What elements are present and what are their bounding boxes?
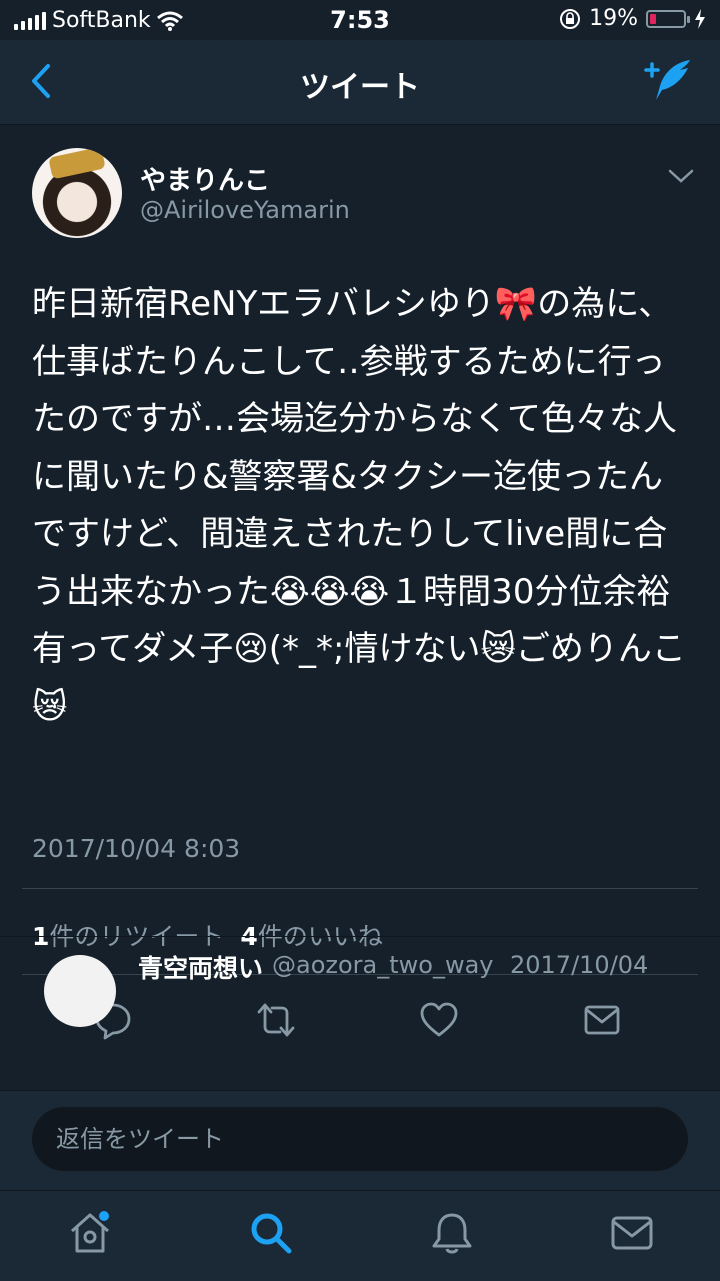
battery-percent: 19%	[589, 6, 638, 31]
status-right: 19%	[559, 6, 706, 31]
divider	[22, 888, 698, 889]
reply-preview[interactable]: 青空両想い @aozora_two_way 2017/10/04	[0, 936, 720, 1097]
tweet-text: 昨日新宿ReNYエラバレシゆり🎀の為に、仕事ばたりんこして‥参戦するために行った…	[32, 284, 686, 727]
chevron-down-icon[interactable]	[664, 164, 698, 188]
tweet-timestamp: 2017/10/04 8:03	[32, 834, 241, 863]
reply-display-name: 青空両想い	[138, 954, 264, 983]
display-name[interactable]: やまりんこ	[140, 160, 270, 197]
battery-icon	[646, 9, 690, 28]
charging-bolt-icon	[695, 8, 705, 29]
compose-tweet-icon[interactable]	[642, 56, 694, 106]
reply-bar	[0, 1090, 720, 1191]
reply-handle: @aozora_two_way	[272, 951, 494, 979]
tab-bar	[0, 1190, 720, 1281]
reply-input[interactable]	[32, 1107, 688, 1171]
avatar-hat-decoration	[48, 148, 106, 180]
navigation-bar: ツイート	[0, 40, 720, 125]
status-bar: SoftBank 7:53 19%	[0, 0, 720, 40]
battery-fill	[650, 13, 656, 24]
search-icon[interactable]	[247, 1209, 295, 1257]
user-handle[interactable]: @AiriloveYamarin	[140, 196, 350, 224]
messages-icon[interactable]	[608, 1209, 656, 1257]
page-title: ツイート	[300, 70, 420, 105]
avatar[interactable]	[44, 955, 116, 1027]
orientation-lock-icon	[560, 8, 581, 29]
avatar[interactable]	[32, 148, 122, 238]
notifications-icon[interactable]	[428, 1209, 476, 1257]
home-icon[interactable]	[66, 1209, 114, 1257]
reply-date: 2017/10/04	[510, 951, 649, 979]
